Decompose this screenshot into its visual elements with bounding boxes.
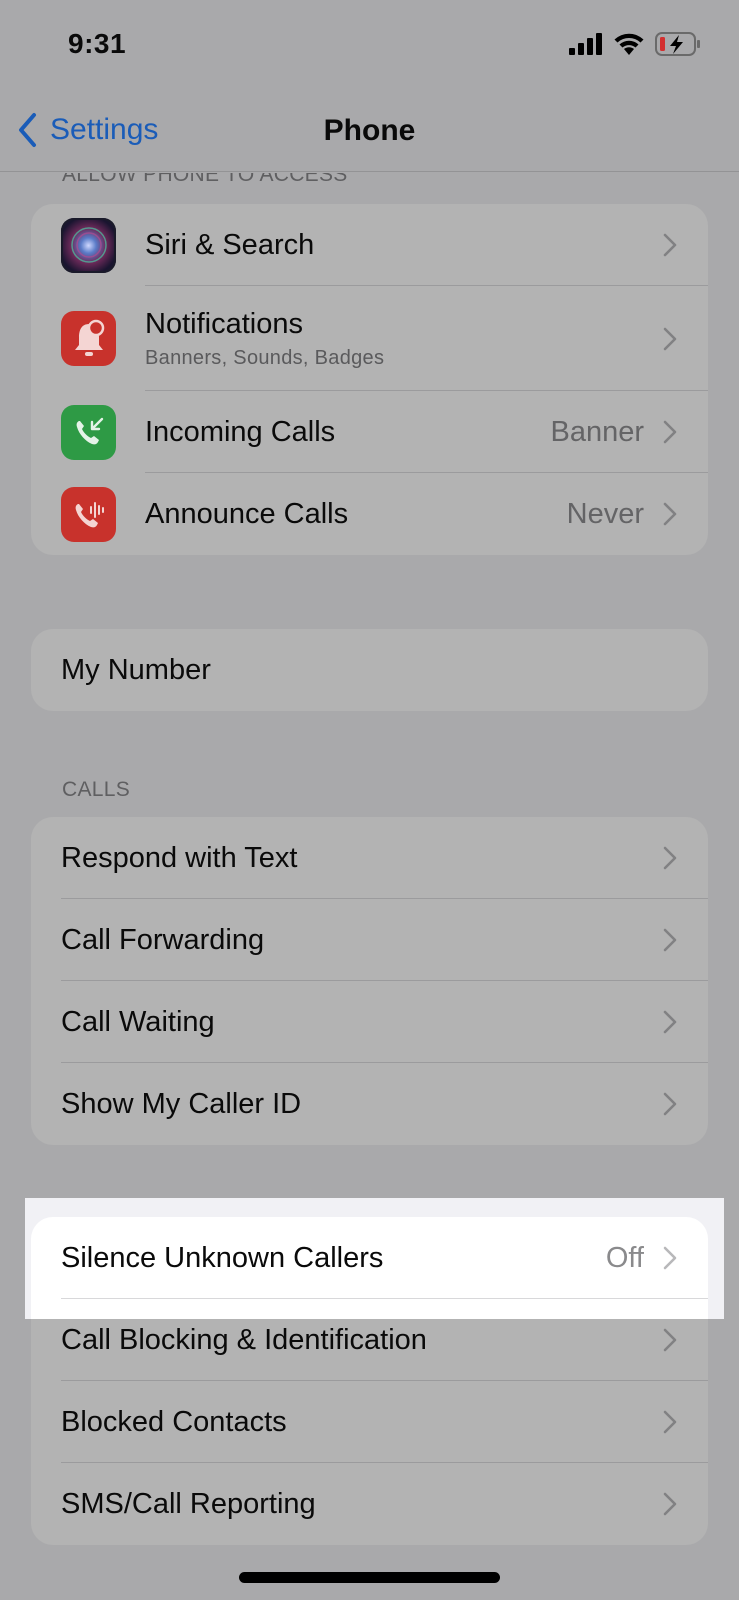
chevron-right-icon xyxy=(663,1010,677,1034)
row-siri-search[interactable]: Siri & Search xyxy=(31,204,708,286)
row-label: Call Blocking & Identification xyxy=(61,1323,427,1356)
chevron-right-icon xyxy=(663,1246,677,1270)
row-call-forwarding[interactable]: Call Forwarding xyxy=(31,899,708,981)
announce-call-icon xyxy=(61,486,116,542)
status-time: 9:31 xyxy=(68,28,127,59)
chevron-right-icon xyxy=(663,502,677,526)
wifi-icon xyxy=(614,33,644,55)
chevron-right-icon xyxy=(663,1092,677,1116)
row-label: Respond with Text xyxy=(61,841,298,874)
chevron-right-icon xyxy=(663,1410,677,1434)
chevron-right-icon xyxy=(663,928,677,952)
notifications-bell-icon xyxy=(61,311,116,366)
siri-icon xyxy=(61,217,116,273)
cellular-signal-icon xyxy=(569,33,602,55)
chevron-right-icon xyxy=(663,327,677,350)
row-label: My Number xyxy=(61,653,211,686)
row-value: Banner xyxy=(550,415,644,448)
navigation-bar: Settings Phone xyxy=(0,100,739,172)
row-blocked-contacts[interactable]: Blocked Contacts xyxy=(31,1381,708,1463)
row-respond-with-text[interactable]: Respond with Text xyxy=(31,817,708,899)
row-announce-calls[interactable]: Announce Calls Never xyxy=(31,473,708,555)
chevron-right-icon xyxy=(663,1492,677,1516)
allow-access-group: Siri & Search Notifications Banners, Sou… xyxy=(31,204,708,555)
calls-group: Respond with Text Call Forwarding Call W… xyxy=(31,817,708,1145)
row-incoming-calls[interactable]: Incoming Calls Banner xyxy=(31,391,708,473)
row-show-my-caller-id[interactable]: Show My Caller ID xyxy=(31,1063,708,1145)
row-label: Silence Unknown Callers xyxy=(61,1241,384,1274)
row-label: Show My Caller ID xyxy=(61,1087,302,1120)
row-my-number[interactable]: My Number xyxy=(31,629,708,711)
back-button-label: Settings xyxy=(50,113,159,146)
row-notifications[interactable]: Notifications Banners, Sounds, Badges xyxy=(31,286,708,391)
row-value: Never xyxy=(566,497,644,530)
row-label: SMS/Call Reporting xyxy=(61,1487,316,1520)
separator xyxy=(61,1298,708,1299)
home-indicator[interactable] xyxy=(239,1572,500,1583)
highlighted-row-container: Silence Unknown Callers Off xyxy=(31,1217,708,1319)
row-label: Blocked Contacts xyxy=(61,1405,287,1438)
row-silence-unknown-callers[interactable]: Silence Unknown Callers Off xyxy=(31,1217,708,1299)
my-number-group: My Number xyxy=(31,629,708,711)
row-call-waiting[interactable]: Call Waiting xyxy=(31,981,708,1063)
battery-charging-icon xyxy=(655,32,700,56)
section-header-calls: CALLS xyxy=(62,778,131,801)
row-sms-call-reporting[interactable]: SMS/Call Reporting xyxy=(31,1463,708,1545)
chevron-right-icon xyxy=(663,1328,677,1352)
status-icons xyxy=(569,32,701,56)
incoming-call-icon xyxy=(61,404,116,460)
back-button[interactable]: Settings xyxy=(16,112,158,148)
chevron-right-icon xyxy=(663,420,677,444)
row-label: Siri & Search xyxy=(145,228,315,261)
row-label: Call Forwarding xyxy=(61,923,265,956)
row-label: Call Waiting xyxy=(61,1005,215,1038)
row-value: Off xyxy=(605,1241,644,1274)
chevron-right-icon xyxy=(663,846,677,870)
chevron-left-icon xyxy=(19,113,36,147)
chevron-right-icon xyxy=(663,233,677,257)
status-bar: 9:31 xyxy=(0,0,739,90)
row-sublabel: Banners, Sounds, Badges xyxy=(145,346,385,369)
row-label: Notifications xyxy=(145,307,303,340)
